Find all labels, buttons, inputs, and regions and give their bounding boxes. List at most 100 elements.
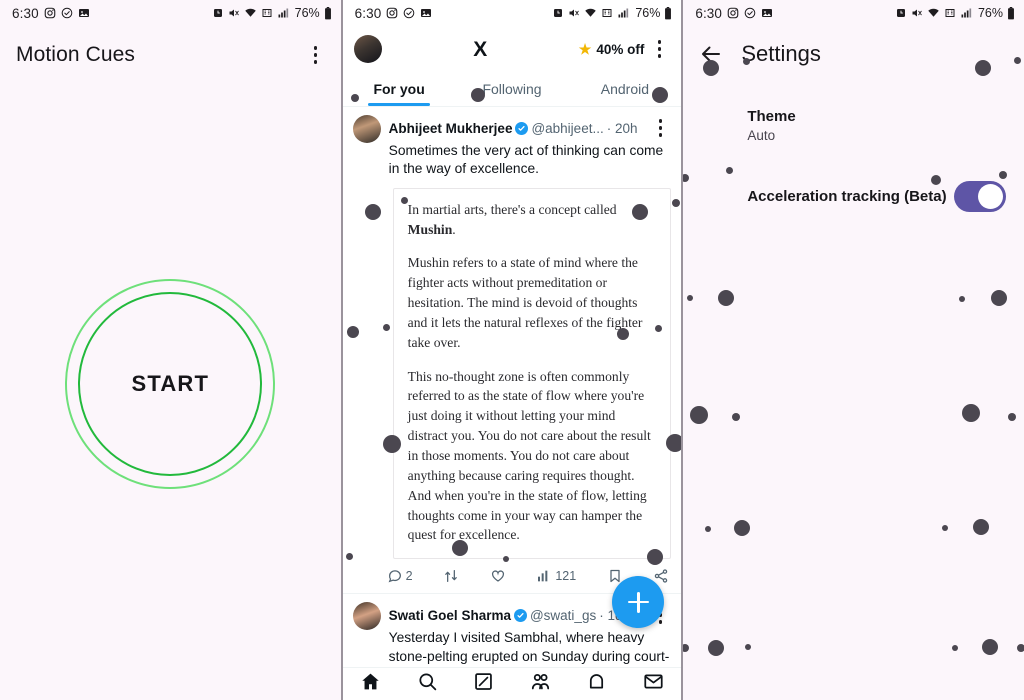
tweet-overflow-icon[interactable] bbox=[649, 115, 671, 141]
tab-android[interactable]: Android bbox=[568, 72, 681, 106]
tweet-author-name[interactable]: Abhijeet Mukherjee bbox=[389, 121, 513, 136]
battery-icon bbox=[664, 6, 672, 20]
tweet-text: Sometimes the very act of thinking can c… bbox=[388, 143, 664, 177]
tweet-author-name[interactable]: Swati Goel Sharma bbox=[389, 608, 511, 623]
photo-icon bbox=[78, 7, 90, 19]
motion-cue-dot bbox=[708, 640, 725, 656]
back-arrow-icon[interactable] bbox=[699, 42, 723, 66]
messages-icon[interactable] bbox=[643, 671, 664, 697]
motion-cue-dot bbox=[973, 519, 990, 535]
settings-item-label: Acceleration tracking (Beta) bbox=[747, 188, 947, 205]
alarm-icon bbox=[895, 7, 907, 19]
page-title: Motion Cues bbox=[16, 43, 135, 66]
tweet-author-handle: @abhijeet... bbox=[531, 120, 604, 136]
signal-icon bbox=[277, 7, 289, 19]
motion-cue-dot bbox=[734, 520, 751, 536]
alarm-icon bbox=[212, 7, 224, 19]
settings-app-bar: Settings bbox=[683, 26, 1024, 82]
check-circle-icon bbox=[61, 7, 73, 19]
grok-icon[interactable] bbox=[473, 671, 494, 697]
like-button[interactable] bbox=[490, 568, 506, 584]
views-button[interactable]: 121 bbox=[536, 568, 576, 584]
motion-cue-dot bbox=[1017, 644, 1024, 652]
motion-cues-app-bar: Motion Cues bbox=[0, 26, 341, 84]
wifi-icon bbox=[927, 7, 940, 19]
acceleration-tracking-toggle[interactable] bbox=[954, 181, 1007, 212]
status-bar-right: 6:30 76% bbox=[683, 0, 1024, 26]
retweet-button[interactable] bbox=[443, 568, 459, 584]
motion-cue-dot bbox=[718, 290, 735, 306]
home-icon[interactable] bbox=[360, 671, 381, 697]
status-time: 6:30 bbox=[354, 5, 382, 21]
tweet-image-card[interactable]: In martial arts, there's a concept calle… bbox=[392, 187, 672, 560]
tweet-item[interactable]: Abhijeet Mukherjee @abhijeet... · 20h So… bbox=[343, 107, 682, 561]
instagram-icon bbox=[386, 7, 398, 19]
motion-cue-dot bbox=[1008, 413, 1017, 421]
battery-percent: 76% bbox=[635, 6, 661, 20]
avatar[interactable] bbox=[353, 35, 382, 63]
wifi-icon bbox=[244, 7, 257, 19]
page-title: Settings bbox=[741, 41, 821, 66]
instagram-icon bbox=[44, 7, 56, 19]
x-app-bar-right: ★ 40% off bbox=[579, 36, 671, 62]
compose-tweet-button[interactable] bbox=[612, 576, 665, 628]
status-bar-left-group: 6:30 bbox=[695, 6, 773, 21]
avatar[interactable] bbox=[352, 115, 381, 143]
battery-percent: 76% bbox=[294, 6, 320, 20]
motion-cue-dot bbox=[705, 526, 712, 532]
status-bar-left: 6:30 76% bbox=[0, 0, 341, 26]
feed-tabs: For you Following Android bbox=[342, 72, 682, 107]
settings-item-value: Auto bbox=[747, 128, 776, 143]
status-bar-left-group: 6:30 bbox=[355, 6, 433, 21]
battery-icon bbox=[1007, 6, 1015, 20]
hotspot-icon bbox=[601, 7, 613, 19]
status-bar-right-group: 76% bbox=[212, 6, 332, 20]
mute-icon bbox=[228, 7, 240, 19]
motion-cue-dot bbox=[745, 644, 752, 650]
overflow-menu-icon[interactable] bbox=[648, 36, 670, 62]
motion-cue-dot bbox=[982, 639, 999, 655]
status-time: 6:30 bbox=[695, 5, 723, 21]
reply-button[interactable]: 2 bbox=[387, 568, 413, 584]
motion-cue-dot bbox=[991, 290, 1008, 306]
status-time: 6:30 bbox=[12, 5, 39, 21]
promo-label: 40% off bbox=[596, 41, 645, 57]
motion-cue-dot bbox=[952, 645, 959, 651]
hotspot-icon bbox=[261, 7, 273, 19]
hotspot-icon bbox=[944, 7, 956, 19]
x-app-bar: X ★ 40% off bbox=[342, 26, 682, 72]
views-count: 121 bbox=[555, 569, 577, 584]
share-button[interactable] bbox=[653, 568, 669, 584]
reply-count: 2 bbox=[405, 569, 413, 584]
signal-icon bbox=[617, 7, 629, 19]
motion-cues-body: START bbox=[0, 84, 341, 684]
x-app-panel: 6:30 76% X ★ 40% off For you Following A… bbox=[342, 0, 682, 700]
motion-cues-panel: 6:30 76% Motion Cues START bbox=[0, 0, 341, 700]
battery-icon bbox=[324, 6, 332, 20]
promo-badge[interactable]: ★ 40% off bbox=[579, 41, 645, 58]
settings-item-theme[interactable]: Theme Auto bbox=[683, 82, 1024, 143]
card-bold-term: Mushin bbox=[407, 221, 453, 237]
notifications-icon[interactable] bbox=[586, 671, 607, 697]
motion-cue-dot bbox=[687, 295, 694, 301]
motion-cue-dot bbox=[942, 525, 949, 531]
motion-cue-dot bbox=[690, 406, 709, 424]
status-bar-left-group: 6:30 bbox=[12, 6, 90, 21]
avatar[interactable] bbox=[352, 602, 381, 631]
instagram-icon bbox=[727, 7, 739, 19]
tab-following[interactable]: Following bbox=[456, 72, 569, 106]
motion-cue-dot bbox=[732, 413, 741, 421]
search-icon[interactable] bbox=[417, 671, 438, 697]
photo-icon bbox=[420, 7, 432, 19]
start-button[interactable]: START bbox=[65, 279, 276, 489]
tweet-timestamp: · 20h bbox=[606, 120, 638, 136]
signal-icon bbox=[960, 7, 972, 19]
tab-for-you[interactable]: For you bbox=[343, 72, 456, 106]
overflow-menu-icon[interactable] bbox=[305, 42, 327, 68]
communities-icon[interactable] bbox=[530, 671, 551, 697]
start-button-label: START bbox=[131, 371, 210, 396]
battery-percent: 76% bbox=[977, 6, 1004, 20]
settings-item-acceleration-tracking[interactable]: Acceleration tracking (Beta) bbox=[683, 143, 1024, 212]
motion-cue-dot bbox=[959, 296, 966, 302]
tweet-header: Abhijeet Mukherjee @abhijeet... · 20h bbox=[389, 115, 672, 141]
